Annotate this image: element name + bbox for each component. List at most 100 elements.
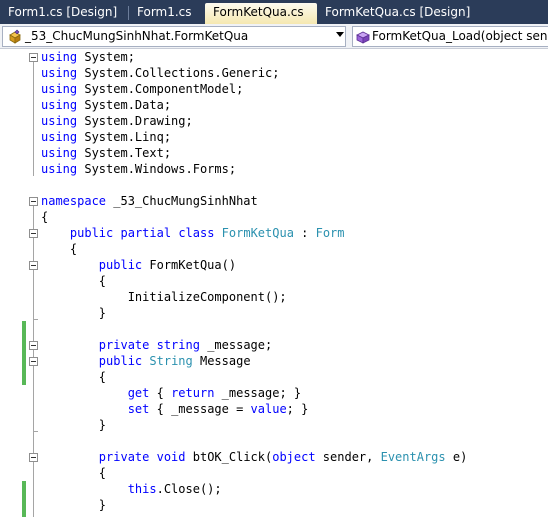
outlining-end-tick xyxy=(33,319,38,320)
dropdown-arrow-icon xyxy=(336,32,344,37)
code-token: : xyxy=(293,226,316,240)
keyword-token: partial xyxy=(120,226,172,240)
code-token: { xyxy=(149,386,172,400)
code-line: private void btOK_Click(object sender, E… xyxy=(41,449,468,465)
keyword-token: using xyxy=(41,66,78,80)
code-line: public partial class FormKetQua : Form xyxy=(41,225,345,241)
type-token: FormKetQua xyxy=(221,226,294,240)
code-line: this.Close(); xyxy=(41,481,222,497)
code-token: btOK_Click( xyxy=(185,450,273,464)
code-token: } xyxy=(41,498,107,512)
keyword-token: get xyxy=(127,386,150,400)
code-line: { xyxy=(41,465,106,481)
keyword-token: using xyxy=(41,162,78,176)
code-line: using System.Text; xyxy=(41,145,171,161)
tab-label: Form1.cs xyxy=(137,5,192,19)
collapse-icon[interactable] xyxy=(29,197,38,206)
keyword-token: string xyxy=(156,338,200,352)
code-token: FormKetQua() xyxy=(142,258,237,272)
code-token: System.Collections.Generic; xyxy=(77,66,280,80)
code-token: { xyxy=(41,370,107,384)
keyword-token: namespace xyxy=(41,194,107,208)
collapse-icon[interactable] xyxy=(29,341,38,350)
code-line: } xyxy=(41,497,106,513)
class-icon xyxy=(9,29,21,44)
keyword-token: void xyxy=(156,450,186,464)
code-token: System.Text; xyxy=(77,146,172,160)
code-line: } xyxy=(41,417,106,433)
tab-form1-code[interactable]: Form1.cs xyxy=(129,3,205,24)
keyword-token: public xyxy=(69,226,114,240)
type-dropdown[interactable]: _53_ChucMungSinhNhat.FormKetQua xyxy=(2,26,346,47)
collapse-icon[interactable] xyxy=(29,453,38,462)
keyword-token: private xyxy=(98,338,150,352)
code-line: using System.Collections.Generic; xyxy=(41,65,279,81)
type-token: EventArgs xyxy=(380,450,446,464)
tab-form1-design[interactable]: Form1.cs [Design] xyxy=(0,3,126,24)
code-token: { xyxy=(41,274,107,288)
keyword-token: using xyxy=(41,50,78,64)
code-token: System; xyxy=(77,50,135,64)
outlining-end-tick xyxy=(33,431,38,432)
code-line: using System.ComponentModel; xyxy=(41,81,243,97)
code-line: using System.Data; xyxy=(41,97,171,113)
method-icon xyxy=(356,31,370,44)
collapse-icon[interactable] xyxy=(29,261,38,270)
code-editor[interactable]: using System; using System.Collections.G… xyxy=(0,49,548,517)
code-token: e) xyxy=(445,450,468,464)
collapse-icon[interactable] xyxy=(29,357,38,366)
code-token: ; } xyxy=(286,402,309,416)
code-token: System.Data; xyxy=(77,98,172,112)
code-token: sender, xyxy=(315,450,381,464)
code-line: private string _message; xyxy=(41,337,272,353)
code-line: public FormKetQua() xyxy=(41,257,236,273)
code-line: { xyxy=(41,369,106,385)
keyword-token: using xyxy=(41,82,78,96)
code-line: set { _message = value; } xyxy=(41,401,309,417)
code-token: Message xyxy=(192,354,251,368)
keyword-token: using xyxy=(41,146,78,160)
code-token: { xyxy=(41,210,49,224)
keyword-token: private xyxy=(98,450,150,464)
keyword-token: return xyxy=(171,386,215,400)
member-dropdown[interactable]: FormKetQua_Load(object sender, xyxy=(352,26,548,47)
tab-formketqua-code[interactable]: FormKetQua.cs xyxy=(205,3,317,24)
code-token: } xyxy=(41,418,107,432)
code-token: System.Linq; xyxy=(77,130,172,144)
code-line: using System; xyxy=(41,49,135,65)
changed-lines-marker xyxy=(22,481,26,517)
tab-label: FormKetQua.cs [Design] xyxy=(325,5,471,19)
collapse-icon[interactable] xyxy=(29,53,38,62)
code-token: { xyxy=(41,466,107,480)
code-line: using System.Linq; xyxy=(41,129,171,145)
keyword-token: set xyxy=(127,402,150,416)
tab-formketqua-design[interactable]: FormKetQua.cs [Design] xyxy=(317,3,477,24)
type-token: String xyxy=(149,354,193,368)
code-token: } xyxy=(41,306,107,320)
collapse-icon[interactable] xyxy=(29,229,38,238)
code-token: _message; } xyxy=(214,386,302,400)
code-token: System.Drawing; xyxy=(77,114,193,128)
code-token: InitializeComponent(); xyxy=(41,290,287,304)
code-token: _message; xyxy=(199,338,273,352)
keyword-token: class xyxy=(178,226,215,240)
code-line: public String Message xyxy=(41,353,251,369)
tab-label: FormKetQua.cs xyxy=(213,5,304,19)
code-line: { xyxy=(41,273,106,289)
code-token: _53_ChucMungSinhNhat xyxy=(106,194,258,208)
keyword-token: public xyxy=(98,354,143,368)
tab-label: Form1.cs [Design] xyxy=(8,5,118,19)
keyword-token: this xyxy=(127,482,157,496)
type-token: Form xyxy=(315,226,345,240)
outlining-guide xyxy=(33,62,34,176)
keyword-token: object xyxy=(272,450,316,464)
keyword-token: using xyxy=(41,114,78,128)
code-token: .Close(); xyxy=(156,482,222,496)
